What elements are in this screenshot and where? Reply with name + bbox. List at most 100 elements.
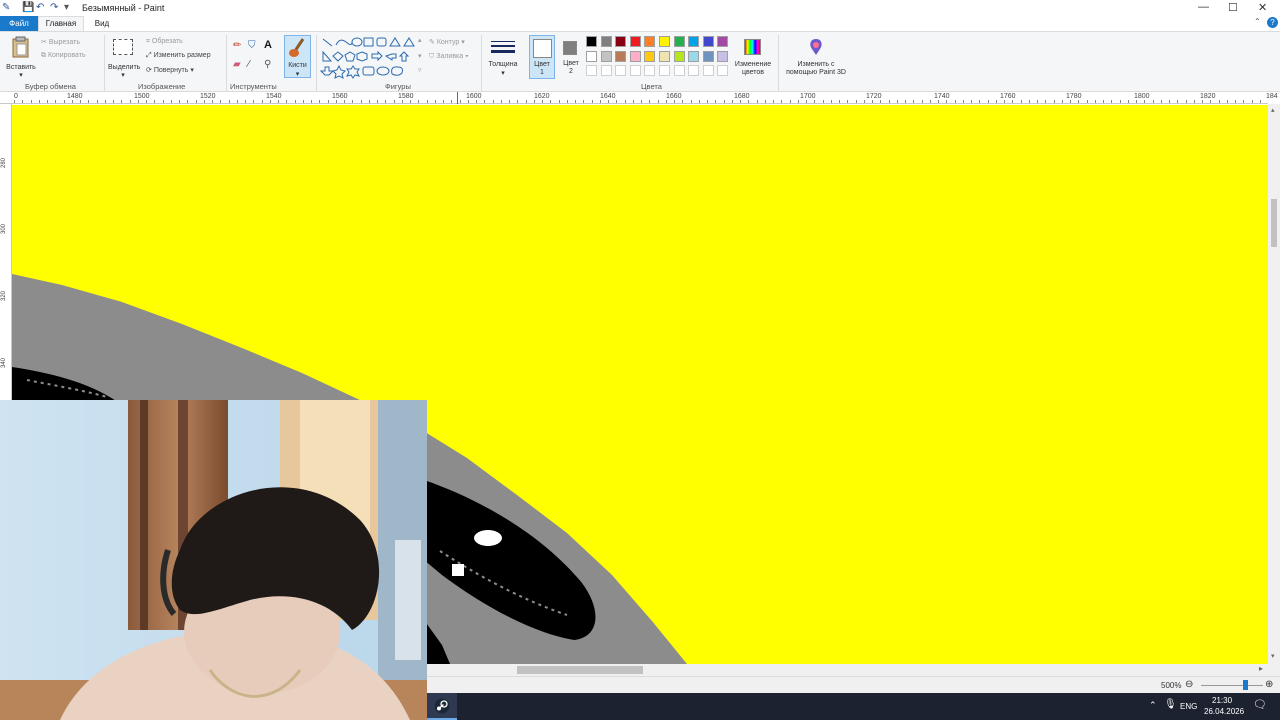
palette-custom-slot[interactable] <box>702 65 714 76</box>
ruler-tick <box>773 100 774 103</box>
minimize-button[interactable]: — <box>1198 1 1209 13</box>
save-icon[interactable]: 💾 <box>22 2 34 13</box>
color-picker-icon[interactable]: ⁄ <box>248 59 250 70</box>
rotate-button[interactable]: ⟳ Повернуть ▾ <box>146 66 194 74</box>
ruler-tick <box>1144 100 1146 103</box>
brushes-button[interactable]: Кисти ▾ <box>284 35 311 78</box>
palette-custom-slot[interactable] <box>673 65 685 76</box>
close-button[interactable]: ✕ <box>1258 1 1267 14</box>
select-dropdown-icon[interactable]: ▾ <box>108 71 138 79</box>
clock-time[interactable]: 21:30 <box>1212 696 1232 705</box>
palette-swatch[interactable] <box>659 36 670 47</box>
tab-view[interactable]: Вид <box>90 16 114 31</box>
redo-icon[interactable]: ↷ <box>50 2 58 13</box>
vertical-scroll-thumb[interactable] <box>1271 199 1277 247</box>
fill-button[interactable]: ⛉ Заливка ▾ <box>429 53 469 61</box>
palette-swatch[interactable] <box>717 50 729 62</box>
color2-button[interactable]: Цвет 2 <box>559 35 583 79</box>
microphone-icon[interactable]: 🎙 <box>1164 699 1177 710</box>
palette-swatch[interactable] <box>586 36 597 47</box>
horizontal-scrollbar[interactable]: ▸ <box>427 664 1280 676</box>
notifications-icon[interactable]: 🗨 <box>1253 698 1267 711</box>
palette-swatch[interactable] <box>673 50 685 62</box>
palette-swatch[interactable] <box>615 50 627 62</box>
zoom-slider[interactable] <box>1201 680 1263 690</box>
outline-button[interactable]: ✎ Контур ▾ <box>429 38 465 46</box>
palette-custom-slot[interactable] <box>600 65 612 76</box>
pencil-icon[interactable]: ✏ <box>233 40 241 51</box>
palette-swatch[interactable] <box>688 36 700 47</box>
edit-with-paint3d-button[interactable]: Изменить с помощью Paint 3D <box>782 36 850 80</box>
separator <box>226 35 227 91</box>
paste-dropdown-icon[interactable]: ▾ <box>5 71 37 79</box>
palette-swatch[interactable] <box>600 36 612 47</box>
palette-custom-slot[interactable] <box>615 65 627 76</box>
ruler-label: 1560 <box>332 93 348 100</box>
fill-label: Заливка <box>436 53 464 60</box>
tab-home[interactable]: Главная <box>38 16 84 31</box>
palette-custom-slot[interactable] <box>629 65 641 76</box>
palette-swatch[interactable] <box>673 36 685 47</box>
clock-date[interactable]: 26.04.2026 <box>1204 707 1244 716</box>
help-button[interactable]: ? <box>1267 17 1278 28</box>
undo-icon[interactable]: ↶ <box>36 2 44 13</box>
outline-icon: ✎ <box>429 39 435 46</box>
palette-swatch[interactable] <box>702 50 714 62</box>
horizontal-scroll-thumb[interactable] <box>517 666 643 674</box>
palette-swatch[interactable] <box>629 36 641 47</box>
zoom-in-button[interactable]: ⊕ <box>1265 679 1273 690</box>
size-dropdown-icon[interactable]: ▾ <box>486 69 520 77</box>
cut-button[interactable]: ✂ Вырезать <box>41 38 80 46</box>
select-button[interactable]: Выделить ▾ <box>108 36 140 79</box>
palette-swatch[interactable] <box>702 36 714 47</box>
palette-swatch[interactable] <box>659 50 670 62</box>
tools-group-label: Инструменты <box>230 82 277 91</box>
scroll-up-icon[interactable]: ▴ <box>1271 106 1275 114</box>
palette-swatch[interactable] <box>615 36 627 47</box>
ruler-tick <box>880 100 882 103</box>
edit-colors-button[interactable]: Изменение цветов <box>732 36 774 80</box>
maximize-button[interactable]: ☐ <box>1228 1 1238 14</box>
shapes-more-icon[interactable]: ▿ <box>418 66 422 74</box>
scroll-down-icon[interactable]: ▾ <box>1271 652 1275 660</box>
palette-custom-slot[interactable] <box>717 65 729 76</box>
text-tool-icon[interactable]: A <box>264 39 272 51</box>
palette-custom-slot[interactable] <box>688 65 700 76</box>
paint-app-icon[interactable]: ✎ <box>2 2 10 13</box>
crop-button[interactable]: ⌗ Обрезать <box>146 38 183 46</box>
shapes-gallery[interactable] <box>320 36 422 80</box>
paste-button[interactable]: Вставить ▾ <box>5 36 37 79</box>
size-button[interactable]: Толщина ▾ <box>486 36 520 80</box>
color1-button[interactable]: Цвет 1 <box>529 35 555 79</box>
customize-quick-access-icon[interactable]: ▾ <box>64 2 69 13</box>
palette-swatch[interactable] <box>717 36 729 47</box>
vertical-scrollbar[interactable]: ▴ ▾ <box>1268 104 1280 664</box>
palette-custom-slot[interactable] <box>644 65 656 76</box>
ruler-tick <box>443 100 444 103</box>
palette-swatch[interactable] <box>688 50 700 62</box>
palette-swatch[interactable] <box>600 50 612 62</box>
resize-button[interactable]: ⤢ Изменить размер <box>146 52 211 60</box>
scroll-right-icon[interactable]: ▸ <box>1259 664 1263 673</box>
fill-bucket-icon[interactable]: ⛉ <box>248 40 256 51</box>
palette-swatch[interactable] <box>644 36 656 47</box>
brushes-dropdown-icon[interactable]: ▾ <box>285 70 310 78</box>
ruler-tick <box>542 100 543 103</box>
magnifier-icon[interactable]: ⚲ <box>264 59 271 70</box>
shapes-scroll-up-icon[interactable]: ▴ <box>418 36 422 44</box>
palette-swatch[interactable] <box>644 50 656 62</box>
eraser-icon[interactable]: ▰ <box>233 59 241 70</box>
copy-button[interactable]: ⧉ Копировать <box>41 52 86 60</box>
shapes-scroll-down-icon[interactable]: ▾ <box>418 52 422 60</box>
tab-file[interactable]: Файл <box>0 16 38 31</box>
zoom-slider-thumb[interactable] <box>1243 680 1248 690</box>
steam-taskbar-button[interactable] <box>427 693 457 720</box>
palette-swatch[interactable] <box>586 50 597 62</box>
language-indicator[interactable]: ENG <box>1180 702 1197 711</box>
collapse-ribbon-icon[interactable]: ⌃ <box>1254 17 1261 26</box>
show-hidden-icons[interactable]: ⌃ <box>1149 700 1157 711</box>
zoom-out-button[interactable]: ⊖ <box>1185 679 1193 690</box>
palette-swatch[interactable] <box>629 50 641 62</box>
palette-custom-slot[interactable] <box>659 65 670 76</box>
palette-custom-slot[interactable] <box>586 65 597 76</box>
